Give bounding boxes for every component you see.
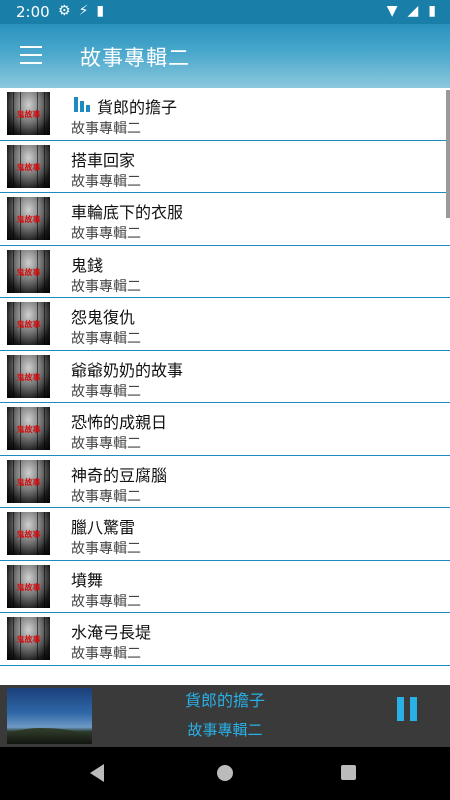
- list-item-title: 爺爺奶奶的故事: [71, 360, 184, 380]
- status-left-icons: ⚙ ⚡ ▮: [58, 3, 104, 19]
- list-item-subtitle: 故事專輯二: [71, 331, 141, 347]
- list-item[interactable]: 鬼故事 墳舞故事專輯二: [0, 561, 450, 613]
- now-playing-album: 故事專輯二: [187, 721, 263, 739]
- list-item[interactable]: 鬼故事 水淹弓長堤故事專輯二: [0, 613, 450, 666]
- status-bar: 2:00 ⚙ ⚡ ▮ ▼ ◢ ▮: [0, 0, 450, 24]
- list-item-title: 車輪底下的衣服: [71, 203, 184, 222]
- list-item[interactable]: 鬼故事 怨鬼復仇故事專輯二: [0, 298, 450, 351]
- list-item-title: 鬼錢: [71, 255, 104, 275]
- thumbnail-caption: 鬼故事: [16, 266, 41, 277]
- back-icon[interactable]: [90, 764, 104, 782]
- list-item-subtitle: 故事專輯二: [71, 278, 141, 295]
- list-item[interactable]: 鬼故事 臘八驚雷故事專輯二: [0, 508, 450, 561]
- story-thumbnail: 鬼故事: [7, 249, 50, 293]
- story-list[interactable]: 鬼故事 貨郎的擔子 故事專輯二 鬼故事 搭車回家 故事專輯二 鬼故事 車輪底下的衣服 故事專輯二…: [0, 88, 450, 685]
- list-item[interactable]: 鬼故事 搭車回家故事專輯二: [0, 141, 450, 193]
- wifi-icon: ▼: [386, 3, 398, 19]
- list-item-title: 神奇的豆腐腦: [71, 465, 168, 485]
- story-thumbnail: 鬼故事: [7, 407, 50, 450]
- status-right-icons: ▼ ◢ ▮: [387, 3, 436, 19]
- now-playing-bar[interactable]: 貨郎的擔子 故事專輯二: [0, 685, 450, 747]
- list-item[interactable]: 鬼故事 貨郎的擔子故事專輯二: [0, 88, 450, 141]
- story-thumbnail: 鬼故事: [7, 512, 50, 555]
- list-item-subtitle: 故事專輯二: [71, 646, 141, 662]
- list-scrollbar[interactable]: [446, 90, 450, 218]
- story-thumbnail: 鬼故事: [7, 354, 50, 398]
- list-item-title: 水淹弓長堤: [71, 623, 152, 642]
- list-item[interactable]: 鬼故事 神奇的豆腐腦 故事專輯二: [0, 456, 450, 508]
- status-time: 2:00: [16, 3, 50, 21]
- list-item-title: 貨郎的擔子: [97, 98, 178, 117]
- sdcard-icon: ▮: [96, 3, 105, 19]
- thumbnail-caption: 鬼故事: [16, 371, 41, 382]
- system-nav-bar: [0, 747, 450, 800]
- battery-icon: ▮: [428, 3, 436, 19]
- story-thumbnail: 鬼故事: [7, 302, 50, 345]
- list-item-subtitle: 故事專輯二: [71, 226, 141, 242]
- thumbnail-caption: 鬼故事: [16, 161, 41, 172]
- now-playing-icon: [74, 97, 92, 112]
- list-item-subtitle: 故事專輯二: [71, 121, 141, 137]
- toolbar-title: 故事專輯二: [80, 46, 190, 70]
- home-icon[interactable]: [217, 765, 233, 781]
- thumbnail-caption: 鬼故事: [16, 109, 41, 119]
- list-item[interactable]: 鬼故事 爺爺奶奶的故事 故事專輯二: [0, 351, 450, 403]
- signal-icon: ◢: [407, 3, 419, 19]
- story-thumbnail: 鬼故事: [7, 92, 50, 135]
- pause-button[interactable]: [397, 697, 419, 721]
- list-item-title: 墳舞: [71, 570, 104, 590]
- thumbnail-caption: 鬼故事: [16, 581, 41, 592]
- list-item[interactable]: 鬼故事 恐怖的成親日 故事專輯二: [0, 403, 450, 456]
- list-item-title: 怨鬼復仇: [71, 308, 136, 327]
- menu-icon[interactable]: [20, 46, 42, 64]
- list-item-title: 臘八驚雷: [71, 518, 136, 537]
- story-thumbnail: 鬼故事: [7, 459, 50, 503]
- thumbnail-caption: 鬼故事: [16, 634, 41, 644]
- recent-apps-icon[interactable]: [341, 765, 356, 780]
- list-item-title: 恐怖的成親日: [71, 413, 168, 432]
- accessibility-icon: ⚡: [78, 3, 89, 19]
- thumbnail-caption: 鬼故事: [16, 476, 41, 487]
- story-thumbnail: 鬼故事: [7, 564, 50, 608]
- list-item-subtitle: 故事專輯二: [71, 383, 141, 400]
- thumbnail-caption: 鬼故事: [16, 424, 41, 434]
- list-item[interactable]: 鬼故事 鬼錢故事專輯二: [0, 246, 450, 298]
- list-item-subtitle: 故事專輯二: [71, 436, 141, 452]
- story-thumbnail: 鬼故事: [7, 197, 50, 240]
- story-thumbnail: 鬼故事: [7, 617, 50, 660]
- now-playing-title: 貨郎的擔子: [184, 691, 265, 710]
- thumbnail-caption: 鬼故事: [16, 529, 41, 539]
- app-toolbar: 故事專輯二: [0, 24, 450, 88]
- list-item-subtitle: 故事專輯二: [71, 541, 141, 557]
- list-item-subtitle: 故事專輯二: [71, 488, 141, 505]
- thumbnail-caption: 鬼故事: [16, 214, 41, 224]
- gear-icon: ⚙: [58, 3, 71, 19]
- story-thumbnail: 鬼故事: [7, 144, 50, 188]
- list-item-subtitle: 故事專輯二: [71, 173, 141, 190]
- list-item-subtitle: 故事專輯二: [71, 593, 141, 610]
- list-item-title: 搭車回家: [71, 150, 136, 170]
- list-item[interactable]: 鬼故事 車輪底下的衣服 故事專輯二: [0, 193, 450, 246]
- thumbnail-caption: 鬼故事: [16, 319, 41, 329]
